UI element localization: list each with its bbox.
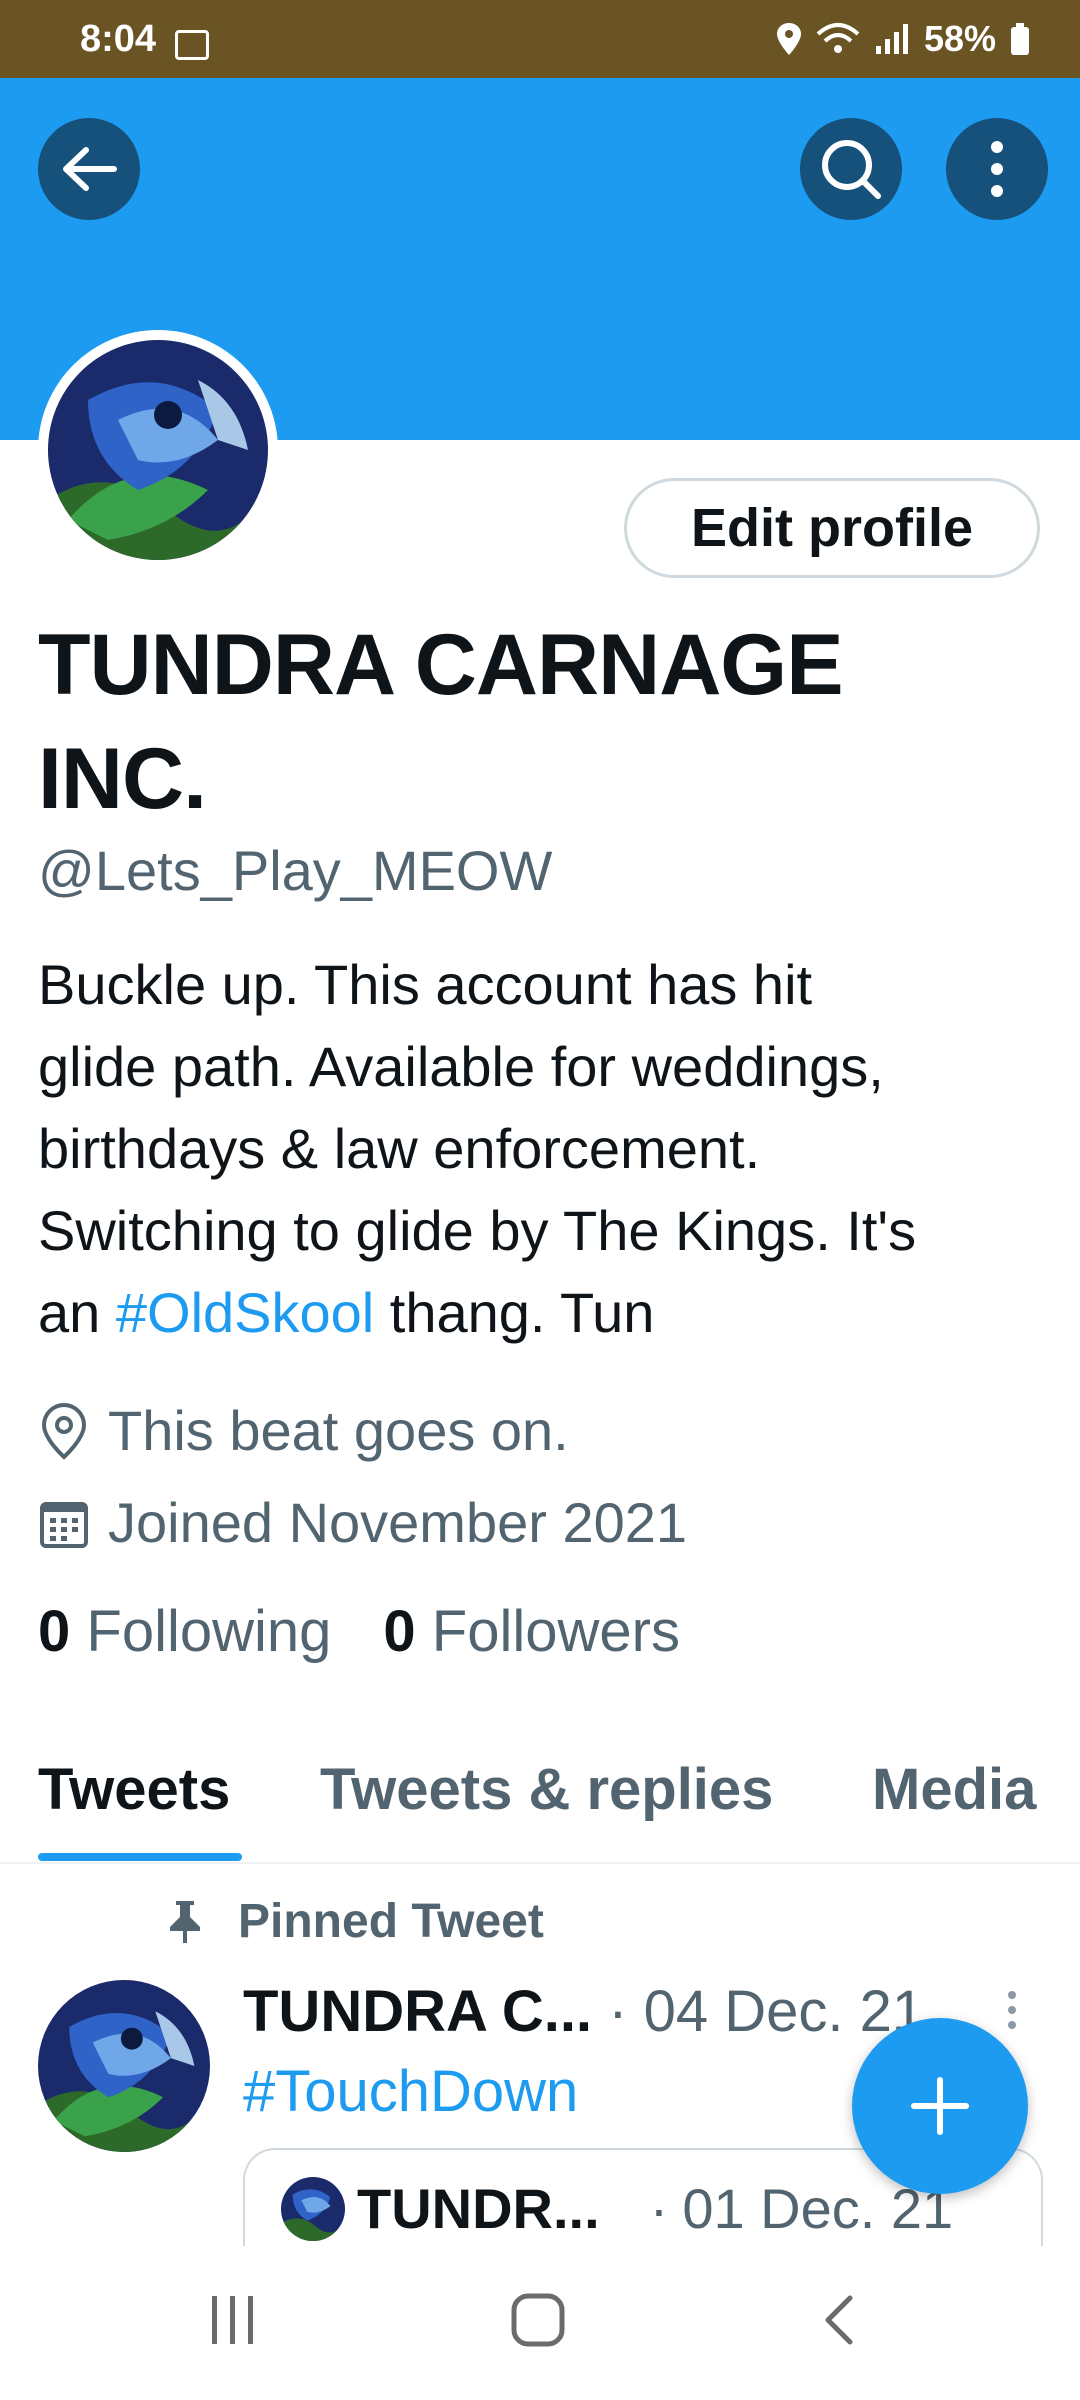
battery-icon — [1011, 23, 1029, 55]
tab-tweets[interactable]: Tweets — [38, 1756, 230, 1823]
recent-apps-icon[interactable] — [208, 2294, 258, 2346]
joined-text: Joined November 2021 — [108, 1491, 688, 1554]
followers-count: 0 — [383, 1599, 416, 1664]
location-icon — [776, 23, 801, 55]
profile-handle: @Lets_Play_MEOW — [38, 839, 553, 902]
more-vertical-icon — [991, 141, 1003, 197]
profile-joined: Joined November 2021 — [38, 1490, 687, 1555]
tweet-author-avatar[interactable] — [38, 1980, 210, 2152]
following-link[interactable]: 0 Following — [38, 1598, 331, 1665]
search-button[interactable] — [800, 118, 902, 220]
more-options-button[interactable] — [946, 118, 1048, 220]
battery-percent: 58% — [923, 18, 996, 59]
follow-counts: 0 Following 0 Followers — [38, 1598, 680, 1665]
back-icon[interactable] — [820, 2294, 856, 2346]
status-time: 8:04 — [80, 18, 157, 60]
system-nav-bar — [0, 2246, 1080, 2400]
quoted-author-avatar — [281, 2176, 345, 2241]
gallery-notification-icon — [175, 30, 209, 60]
profile-location: This beat goes on. — [38, 1398, 569, 1463]
search-icon — [822, 140, 881, 199]
bio-text: an — [38, 1281, 116, 1344]
followers-label: Followers — [431, 1599, 680, 1664]
plus-icon — [911, 2077, 969, 2135]
tab-media[interactable]: Media — [872, 1756, 1036, 1823]
tweet-hashtag-link[interactable]: #TouchDown — [243, 2058, 578, 2125]
arrow-left-icon — [63, 147, 117, 191]
wifi-icon — [816, 23, 860, 53]
back-button[interactable] — [38, 118, 140, 220]
edit-profile-button[interactable]: Edit profile — [624, 478, 1040, 578]
quoted-tweet-header: TUNDR... · 01 Dec. 21 — [281, 2176, 953, 2241]
status-right: 58% — [776, 18, 1030, 60]
profile-name-line2: INC. — [38, 731, 207, 827]
followers-link[interactable]: 0 Followers — [383, 1598, 680, 1665]
pinned-text: Pinned Tweet — [238, 1895, 544, 1948]
tweet-date: 04 Dec. 21 — [643, 1979, 925, 2044]
home-icon[interactable] — [510, 2292, 566, 2348]
profile-name: TUNDRA CARNAGE INC. — [38, 608, 1018, 836]
bio-line: birthdays & law enforcement. — [38, 1117, 761, 1180]
profile-bio: Buckle up. This account has hit glide pa… — [38, 944, 1048, 1354]
quoted-separator: · — [649, 2177, 669, 2240]
bio-hashtag-link[interactable]: #OldSkool — [116, 1281, 374, 1344]
quoted-author: TUNDR... — [357, 2177, 600, 2240]
active-tab-indicator — [38, 1853, 242, 1861]
pinned-tweet-label: Pinned Tweet — [166, 1894, 544, 1949]
status-bar: 8:04 58% — [0, 0, 1080, 78]
bio-line: Buckle up. This account has hit — [38, 953, 813, 1016]
calendar-icon — [40, 1501, 88, 1548]
bio-line: an #OldSkool thang. Tun — [38, 1272, 1048, 1354]
bio-line: Switching to glide by The Kings. It's — [38, 1199, 917, 1262]
signal-icon — [875, 24, 908, 54]
tweet-author[interactable]: TUNDRA C... — [243, 1979, 592, 2044]
tweet-separator: · — [608, 1979, 628, 2044]
location-pin-icon — [41, 1402, 87, 1460]
location-text: This beat goes on. — [108, 1399, 569, 1462]
profile-avatar-frame[interactable] — [38, 330, 278, 570]
following-count: 0 — [38, 1599, 71, 1664]
more-vertical-icon — [1008, 1991, 1016, 2029]
bio-line: glide path. Available for weddings, — [38, 1035, 884, 1098]
bio-text: thang. Tun — [374, 1281, 655, 1344]
tab-tweets-replies[interactable]: Tweets & replies — [320, 1756, 773, 1823]
following-label: Following — [86, 1599, 332, 1664]
profile-name-line1: TUNDRA CARNAGE — [38, 617, 844, 713]
profile-tabs: Tweets Tweets & replies Media — [0, 1730, 1080, 1864]
compose-tweet-button[interactable] — [852, 2018, 1028, 2194]
pin-icon — [170, 1900, 200, 1943]
tweet-more-button[interactable] — [1006, 1990, 1018, 2035]
avatar — [48, 340, 268, 560]
